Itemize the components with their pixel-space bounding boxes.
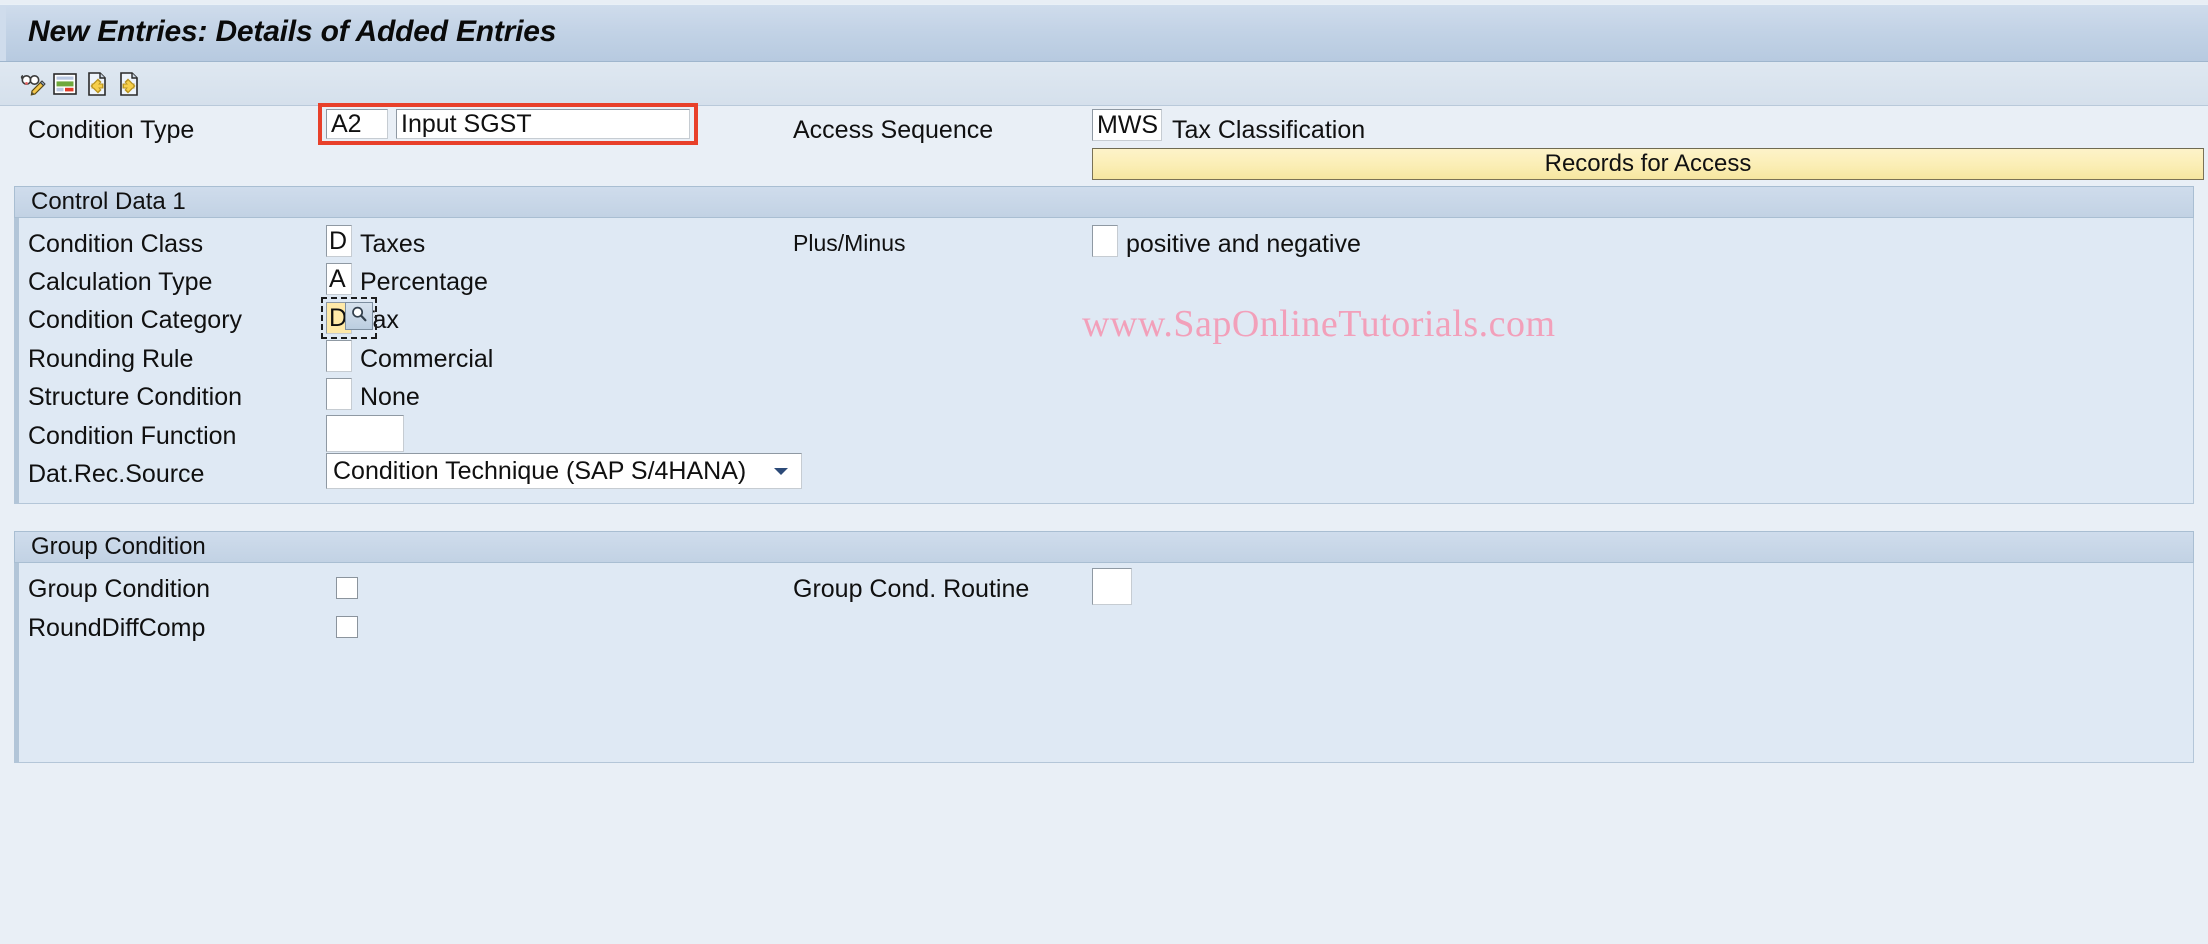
structure-condition-key-input[interactable] xyxy=(326,378,352,410)
plus-minus-text: positive and negative xyxy=(1126,230,1361,258)
control-data-1-left-accent xyxy=(14,218,19,504)
search-icon xyxy=(350,305,368,328)
condition-type-key-input[interactable] xyxy=(326,109,388,139)
condition-category-search-help-button[interactable] xyxy=(345,302,373,330)
previous-entry-button[interactable] xyxy=(82,69,112,99)
group-cond-routine-label: Group Cond. Routine xyxy=(793,575,1030,603)
group-condition-left-accent xyxy=(14,563,19,763)
plus-minus-label: Plus/Minus xyxy=(793,230,906,256)
condition-function-label: Condition Function xyxy=(28,422,237,450)
round-diff-comp-label: RoundDiffComp xyxy=(28,614,206,642)
application-toolbar xyxy=(0,62,2208,106)
dat-rec-source-dropdown[interactable]: Condition Technique (SAP S/4HANA) xyxy=(326,453,802,489)
group-condition-row-label: Group Condition xyxy=(28,575,211,603)
records-for-access-label: Records for Access xyxy=(1544,150,1752,177)
condition-class-text: Taxes xyxy=(360,230,426,258)
group-condition-checkbox[interactable] xyxy=(336,577,358,599)
access-sequence-label: Access Sequence xyxy=(793,116,994,144)
dat-rec-source-value: Condition Technique (SAP S/4HANA) xyxy=(333,456,747,485)
chevron-down-icon xyxy=(761,464,801,478)
rounding-rule-text: Commercial xyxy=(360,345,494,373)
condition-class-key-input[interactable] xyxy=(326,225,352,257)
group-cond-routine-input[interactable] xyxy=(1092,568,1132,605)
sap-screen: New Entries: Details of Added Entries Co… xyxy=(0,0,2208,944)
group-condition-title: Group Condition xyxy=(31,533,206,560)
window-title-bar: New Entries: Details of Added Entries xyxy=(0,4,2208,62)
dat-rec-source-label: Dat.Rec.Source xyxy=(28,460,205,488)
display-change-icon xyxy=(19,70,47,98)
access-sequence-text: Tax Classification xyxy=(1172,116,1366,144)
form-area: Condition Type Access Sequence Tax Class… xyxy=(0,103,2208,944)
rounding-rule-label: Rounding Rule xyxy=(28,345,194,373)
previous-entry-icon xyxy=(83,70,111,98)
page-title: New Entries: Details of Added Entries xyxy=(28,15,557,48)
group-condition-section-header: Group Condition xyxy=(14,531,2194,563)
condition-class-label: Condition Class xyxy=(28,230,204,258)
condition-function-input[interactable] xyxy=(326,415,404,452)
condition-type-label: Condition Type xyxy=(28,116,195,144)
plus-minus-key-input[interactable] xyxy=(1092,225,1118,257)
control-data-1-section-header: Control Data 1 xyxy=(14,186,2194,218)
variable-list-button[interactable] xyxy=(50,69,80,99)
condition-type-text-input[interactable] xyxy=(396,109,690,139)
control-data-1-title: Control Data 1 xyxy=(31,188,186,215)
records-for-access-button[interactable]: Records for Access xyxy=(1092,148,2204,180)
condition-category-label: Condition Category xyxy=(28,306,243,334)
next-entry-icon xyxy=(115,70,143,98)
round-diff-comp-checkbox[interactable] xyxy=(336,616,358,638)
structure-condition-label: Structure Condition xyxy=(28,383,243,411)
title-bar-left-edge xyxy=(0,5,6,61)
calculation-type-text: Percentage xyxy=(360,268,488,296)
calculation-type-key-input[interactable] xyxy=(326,263,352,295)
next-entry-button[interactable] xyxy=(114,69,144,99)
display-change-button[interactable] xyxy=(18,69,48,99)
calculation-type-label: Calculation Type xyxy=(28,268,213,296)
table-view-icon xyxy=(51,70,79,98)
structure-condition-text: None xyxy=(360,383,420,411)
rounding-rule-key-input[interactable] xyxy=(326,340,352,372)
access-sequence-key-input[interactable] xyxy=(1092,109,1162,141)
